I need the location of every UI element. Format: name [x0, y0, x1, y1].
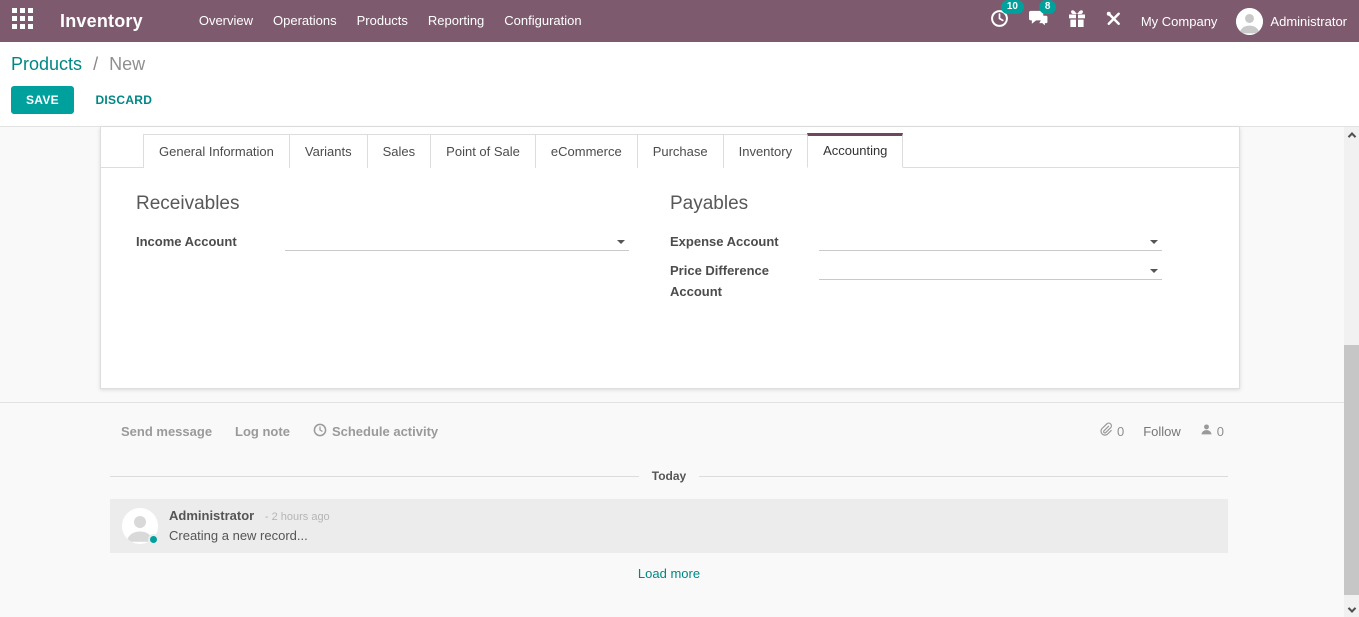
dropdown-caret-icon[interactable] — [617, 240, 625, 244]
breadcrumb-products-link[interactable]: Products — [11, 54, 82, 74]
main-menu: Overview Operations Products Reporting C… — [189, 0, 592, 42]
apps-menu-button[interactable] — [0, 0, 44, 42]
form-view: General Information Variants Sales Point… — [0, 127, 1359, 617]
receivables-heading: Receivables — [136, 193, 629, 215]
payables-heading: Payables — [670, 193, 1162, 215]
nav-menu-reporting[interactable]: Reporting — [418, 0, 494, 42]
tab-sales[interactable]: Sales — [367, 134, 432, 168]
payables-section: Payables Expense Account Price Differenc… — [670, 193, 1162, 310]
chatter-topbar: Send message Log note Schedule activity — [110, 422, 1228, 440]
log-note-button[interactable]: Log note — [235, 424, 290, 439]
tab-purchase[interactable]: Purchase — [637, 134, 724, 168]
receivables-section: Receivables Income Account — [136, 193, 629, 310]
scroll-up-button[interactable] — [1344, 127, 1359, 142]
breadcrumb-separator: / — [93, 54, 98, 74]
clock-icon — [313, 423, 327, 440]
date-divider: Today — [110, 469, 1228, 483]
price-difference-account-field[interactable] — [819, 261, 1162, 280]
price-difference-account-label: Price Difference Account — [670, 261, 819, 303]
apps-grid-icon — [12, 8, 33, 34]
divider-line — [110, 476, 639, 477]
breadcrumb-current: New — [109, 54, 145, 74]
income-account-label: Income Account — [136, 232, 285, 253]
message-author-avatar — [122, 508, 158, 544]
user-avatar — [1236, 8, 1263, 35]
followers-button[interactable]: 0 — [1200, 423, 1224, 439]
nav-menu-overview[interactable]: Overview — [189, 0, 263, 42]
load-more-link[interactable]: Load more — [110, 566, 1228, 581]
dropdown-caret-icon[interactable] — [1150, 269, 1158, 273]
chevron-up-icon — [1347, 132, 1355, 140]
tab-variants[interactable]: Variants — [289, 134, 368, 168]
tab-ecommerce[interactable]: eCommerce — [535, 134, 638, 168]
expense-account-row: Expense Account — [670, 232, 1162, 253]
crossed-tools-icon — [1105, 10, 1122, 32]
form-sheet: General Information Variants Sales Point… — [100, 127, 1240, 389]
company-switcher[interactable]: My Company — [1141, 14, 1218, 29]
date-divider-label: Today — [652, 469, 686, 483]
chevron-down-icon — [1347, 604, 1355, 612]
online-status-dot — [148, 534, 159, 545]
tab-general-information[interactable]: General Information — [143, 134, 290, 168]
messages-count-badge: 8 — [1039, 0, 1057, 14]
tab-accounting[interactable]: Accounting — [807, 133, 903, 168]
chatter-divider — [0, 402, 1359, 403]
paperclip-icon — [1098, 422, 1113, 440]
expense-account-label: Expense Account — [670, 232, 819, 253]
user-name: Administrator — [1270, 14, 1347, 29]
chatter: Send message Log note Schedule activity — [0, 402, 1344, 581]
top-navbar: Inventory Overview Operations Products R… — [0, 0, 1359, 42]
tab-point-of-sale[interactable]: Point of Sale — [430, 134, 536, 168]
send-message-button[interactable]: Send message — [121, 424, 212, 439]
gift-icon — [1068, 9, 1086, 33]
schedule-activity-button[interactable]: Schedule activity — [313, 423, 438, 440]
dropdown-caret-icon[interactable] — [1150, 240, 1158, 244]
tab-inventory[interactable]: Inventory — [723, 134, 808, 168]
divider-line — [699, 476, 1228, 477]
attachment-count: 0 — [1117, 424, 1124, 439]
person-icon — [1200, 423, 1213, 439]
message-body: Creating a new record... — [169, 528, 330, 543]
user-menu[interactable]: Administrator — [1236, 8, 1347, 35]
price-difference-account-row: Price Difference Account — [670, 261, 1162, 303]
control-panel: Products / New SAVE DISCARD — [0, 42, 1359, 127]
income-account-field[interactable] — [285, 232, 629, 251]
app-title[interactable]: Inventory — [60, 11, 143, 32]
breadcrumb: Products / New — [11, 54, 1359, 75]
nav-menu-operations[interactable]: Operations — [263, 0, 347, 42]
nav-menu-configuration[interactable]: Configuration — [494, 0, 591, 42]
activities-count-badge: 10 — [1001, 0, 1024, 14]
activities-menu-button[interactable]: 10 — [990, 9, 1009, 33]
messages-menu-button[interactable]: 8 — [1028, 9, 1049, 33]
nav-menu-products[interactable]: Products — [347, 0, 418, 42]
tools-button[interactable] — [1105, 10, 1122, 32]
follower-count: 0 — [1217, 424, 1224, 439]
income-account-row: Income Account — [136, 232, 629, 253]
discard-button[interactable]: DISCARD — [95, 93, 152, 107]
accounting-tab-content: Receivables Income Account Payables Expe… — [101, 168, 1239, 310]
message-author: Administrator — [169, 508, 254, 523]
message-timestamp: - 2 hours ago — [265, 511, 330, 523]
attachments-button[interactable]: 0 — [1098, 422, 1124, 440]
chatter-message: Administrator - 2 hours ago Creating a n… — [110, 499, 1228, 553]
vertical-scrollbar[interactable] — [1344, 127, 1359, 617]
follow-button[interactable]: Follow — [1143, 424, 1181, 439]
notebook-tabs: General Information Variants Sales Point… — [101, 127, 1239, 168]
save-button[interactable]: SAVE — [11, 86, 74, 114]
schedule-activity-label: Schedule activity — [332, 424, 438, 439]
expense-account-field[interactable] — [819, 232, 1162, 251]
scrollbar-thumb[interactable] — [1344, 345, 1359, 595]
gift-button[interactable] — [1068, 9, 1086, 33]
scroll-down-button[interactable] — [1344, 602, 1359, 617]
